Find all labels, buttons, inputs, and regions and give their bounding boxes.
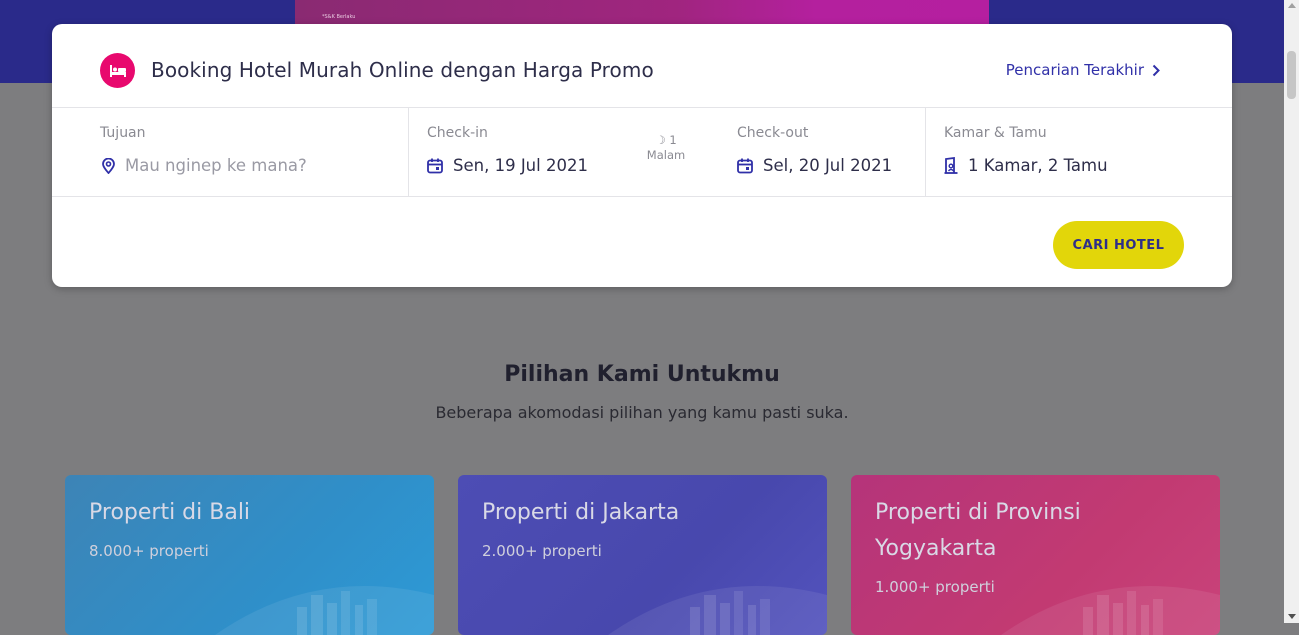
rooms-guests-label: Kamar & Tamu (944, 125, 1047, 141)
property-title: Properti di Jakarta (482, 500, 680, 525)
checkout-value[interactable]: Sel, 20 Jul 2021 (737, 156, 892, 175)
hotel-search-card: Booking Hotel Murah Online dengan Harga … (52, 24, 1232, 287)
city-skyline-illustration (215, 586, 434, 635)
destination-field[interactable]: Tujuan Mau nginep ke mana? (52, 108, 409, 196)
rooms-guests-field[interactable]: Kamar & Tamu 1 Kamar, 2 Tamu (926, 108, 1232, 196)
checkout-label: Check-out (737, 125, 809, 141)
destination-label: Tujuan (100, 125, 146, 141)
section-title: Pilihan Kami Untukmu (504, 362, 780, 387)
rooms-guests-text: 1 Kamar, 2 Tamu (968, 156, 1108, 175)
search-card-header: Booking Hotel Murah Online dengan Harga … (52, 24, 1232, 108)
destination-placeholder: Mau nginep ke mana? (125, 156, 307, 175)
calendar-icon (737, 158, 753, 173)
property-count: 8.000+ properti (89, 542, 209, 560)
hotel-bed-icon (100, 53, 135, 88)
property-count: 1.000+ properti (875, 578, 995, 596)
property-card-jakarta[interactable]: Properti di Jakarta 2.000+ properti (458, 475, 827, 635)
checkout-date: Sel, 20 Jul 2021 (763, 156, 893, 175)
nights-count: 1 (669, 133, 677, 147)
checkout-field[interactable]: Check-out Sel, 20 Jul 2021 (730, 108, 926, 196)
room-door-icon (944, 157, 958, 174)
section-subtitle: Beberapa akomodasi pilihan yang kamu pas… (435, 403, 849, 422)
page-scrollbar[interactable] (1284, 0, 1299, 623)
property-card-bali[interactable]: Properti di Bali 8.000+ properti (65, 475, 434, 635)
nights-indicator: ☽ 1 Malam (646, 133, 686, 163)
property-card-yogyakarta[interactable]: Properti di Provinsi Yogyakarta 1.000+ p… (851, 475, 1220, 635)
checkin-date: Sen, 19 Jul 2021 (453, 156, 588, 175)
nights-unit: Malam (646, 148, 686, 162)
recent-search-link[interactable]: Pencarian Terakhir (1006, 61, 1160, 79)
calendar-icon (427, 158, 443, 173)
property-title: Properti di Provinsi Yogyakarta (875, 500, 1081, 561)
checkin-value[interactable]: Sen, 19 Jul 2021 (427, 156, 588, 175)
checkin-label: Check-in (427, 125, 488, 141)
search-card-title: Booking Hotel Murah Online dengan Harga … (151, 58, 654, 82)
chevron-right-icon (1152, 64, 1160, 76)
property-title: Properti di Bali (89, 500, 251, 525)
search-hotel-button[interactable]: CARI HOTEL (1053, 221, 1184, 269)
location-pin-icon (102, 157, 115, 174)
destination-input[interactable]: Mau nginep ke mana? (102, 156, 307, 175)
scroll-down-arrow-icon[interactable] (1288, 614, 1296, 619)
promo-banner[interactable]: *S&K Berlaku (295, 0, 989, 24)
property-count: 2.000+ properti (482, 542, 602, 560)
promo-banner-disclaimer: *S&K Berlaku (322, 14, 356, 20)
rooms-guests-value[interactable]: 1 Kamar, 2 Tamu (944, 156, 1108, 175)
recent-search-label: Pencarian Terakhir (1005, 61, 1144, 79)
moon-icon: ☽ (655, 133, 666, 147)
scroll-up-arrow-icon[interactable] (1288, 3, 1296, 8)
search-fields-row: Tujuan Mau nginep ke mana? Check-in Sen,… (52, 108, 1232, 197)
scrollbar-thumb[interactable] (1287, 51, 1296, 99)
city-skyline-illustration (608, 586, 827, 635)
